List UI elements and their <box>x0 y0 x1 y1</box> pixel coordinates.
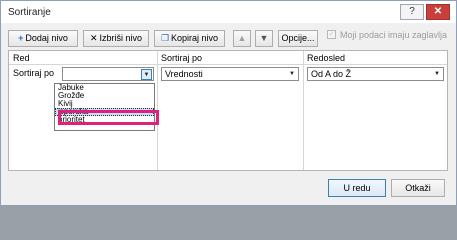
copy-icon: ❐ <box>160 33 170 43</box>
help-button[interactable]: ? <box>400 4 424 20</box>
chevron-down-icon[interactable]: ▼ <box>141 69 152 80</box>
column-header-order: Redosled <box>307 53 346 63</box>
cancel-button[interactable]: Otkaži <box>391 179 445 197</box>
ok-button[interactable]: U redu <box>328 179 386 197</box>
headers-checkbox[interactable]: ✓ <box>327 30 336 39</box>
order-select[interactable]: Od A do Ž ▼ <box>307 67 444 81</box>
column-select[interactable]: ▼ <box>62 67 154 81</box>
toolbar: + Dodaj nivo ✕ Izbriši nivo ❐ Kopiraj nivo … <box>1 26 456 48</box>
move-down-button[interactable]: ▼ <box>255 30 273 47</box>
dialog-title: Sortiranje <box>8 7 51 18</box>
chevron-down-icon[interactable]: ▼ <box>287 69 297 79</box>
column-header-red: Red <box>13 53 30 63</box>
move-up-button[interactable]: ▲ <box>233 30 251 47</box>
close-button[interactable]: ✕ <box>426 4 450 20</box>
copy-level-button[interactable]: ❐ Kopiraj nivo <box>154 30 225 47</box>
highlight-box <box>58 110 159 125</box>
add-level-button[interactable]: + Dodaj nivo <box>8 30 78 47</box>
headers-checkbox-label: Moji podaci imaju zaglavlja <box>340 30 448 40</box>
title-bar: Sortiranje ? ✕ <box>1 1 456 23</box>
column-header-sort-on: Sortiraj po <box>161 53 203 63</box>
column-divider <box>303 51 304 170</box>
chevron-down-icon[interactable]: ▼ <box>432 69 442 79</box>
x-icon: ✕ <box>89 33 98 43</box>
row-label: Sortiraj po <box>13 68 55 78</box>
sort-dialog: Sortiranje ? ✕ + Dodaj nivo ✕ Izbriši nivo… <box>0 0 457 206</box>
delete-level-button[interactable]: ✕ Izbriši nivo <box>83 30 149 47</box>
sort-on-select[interactable]: Vrednosti ▼ <box>161 67 299 81</box>
plus-icon: + <box>18 33 24 43</box>
header-divider <box>9 64 447 65</box>
options-button[interactable]: Opcije... <box>278 30 318 47</box>
